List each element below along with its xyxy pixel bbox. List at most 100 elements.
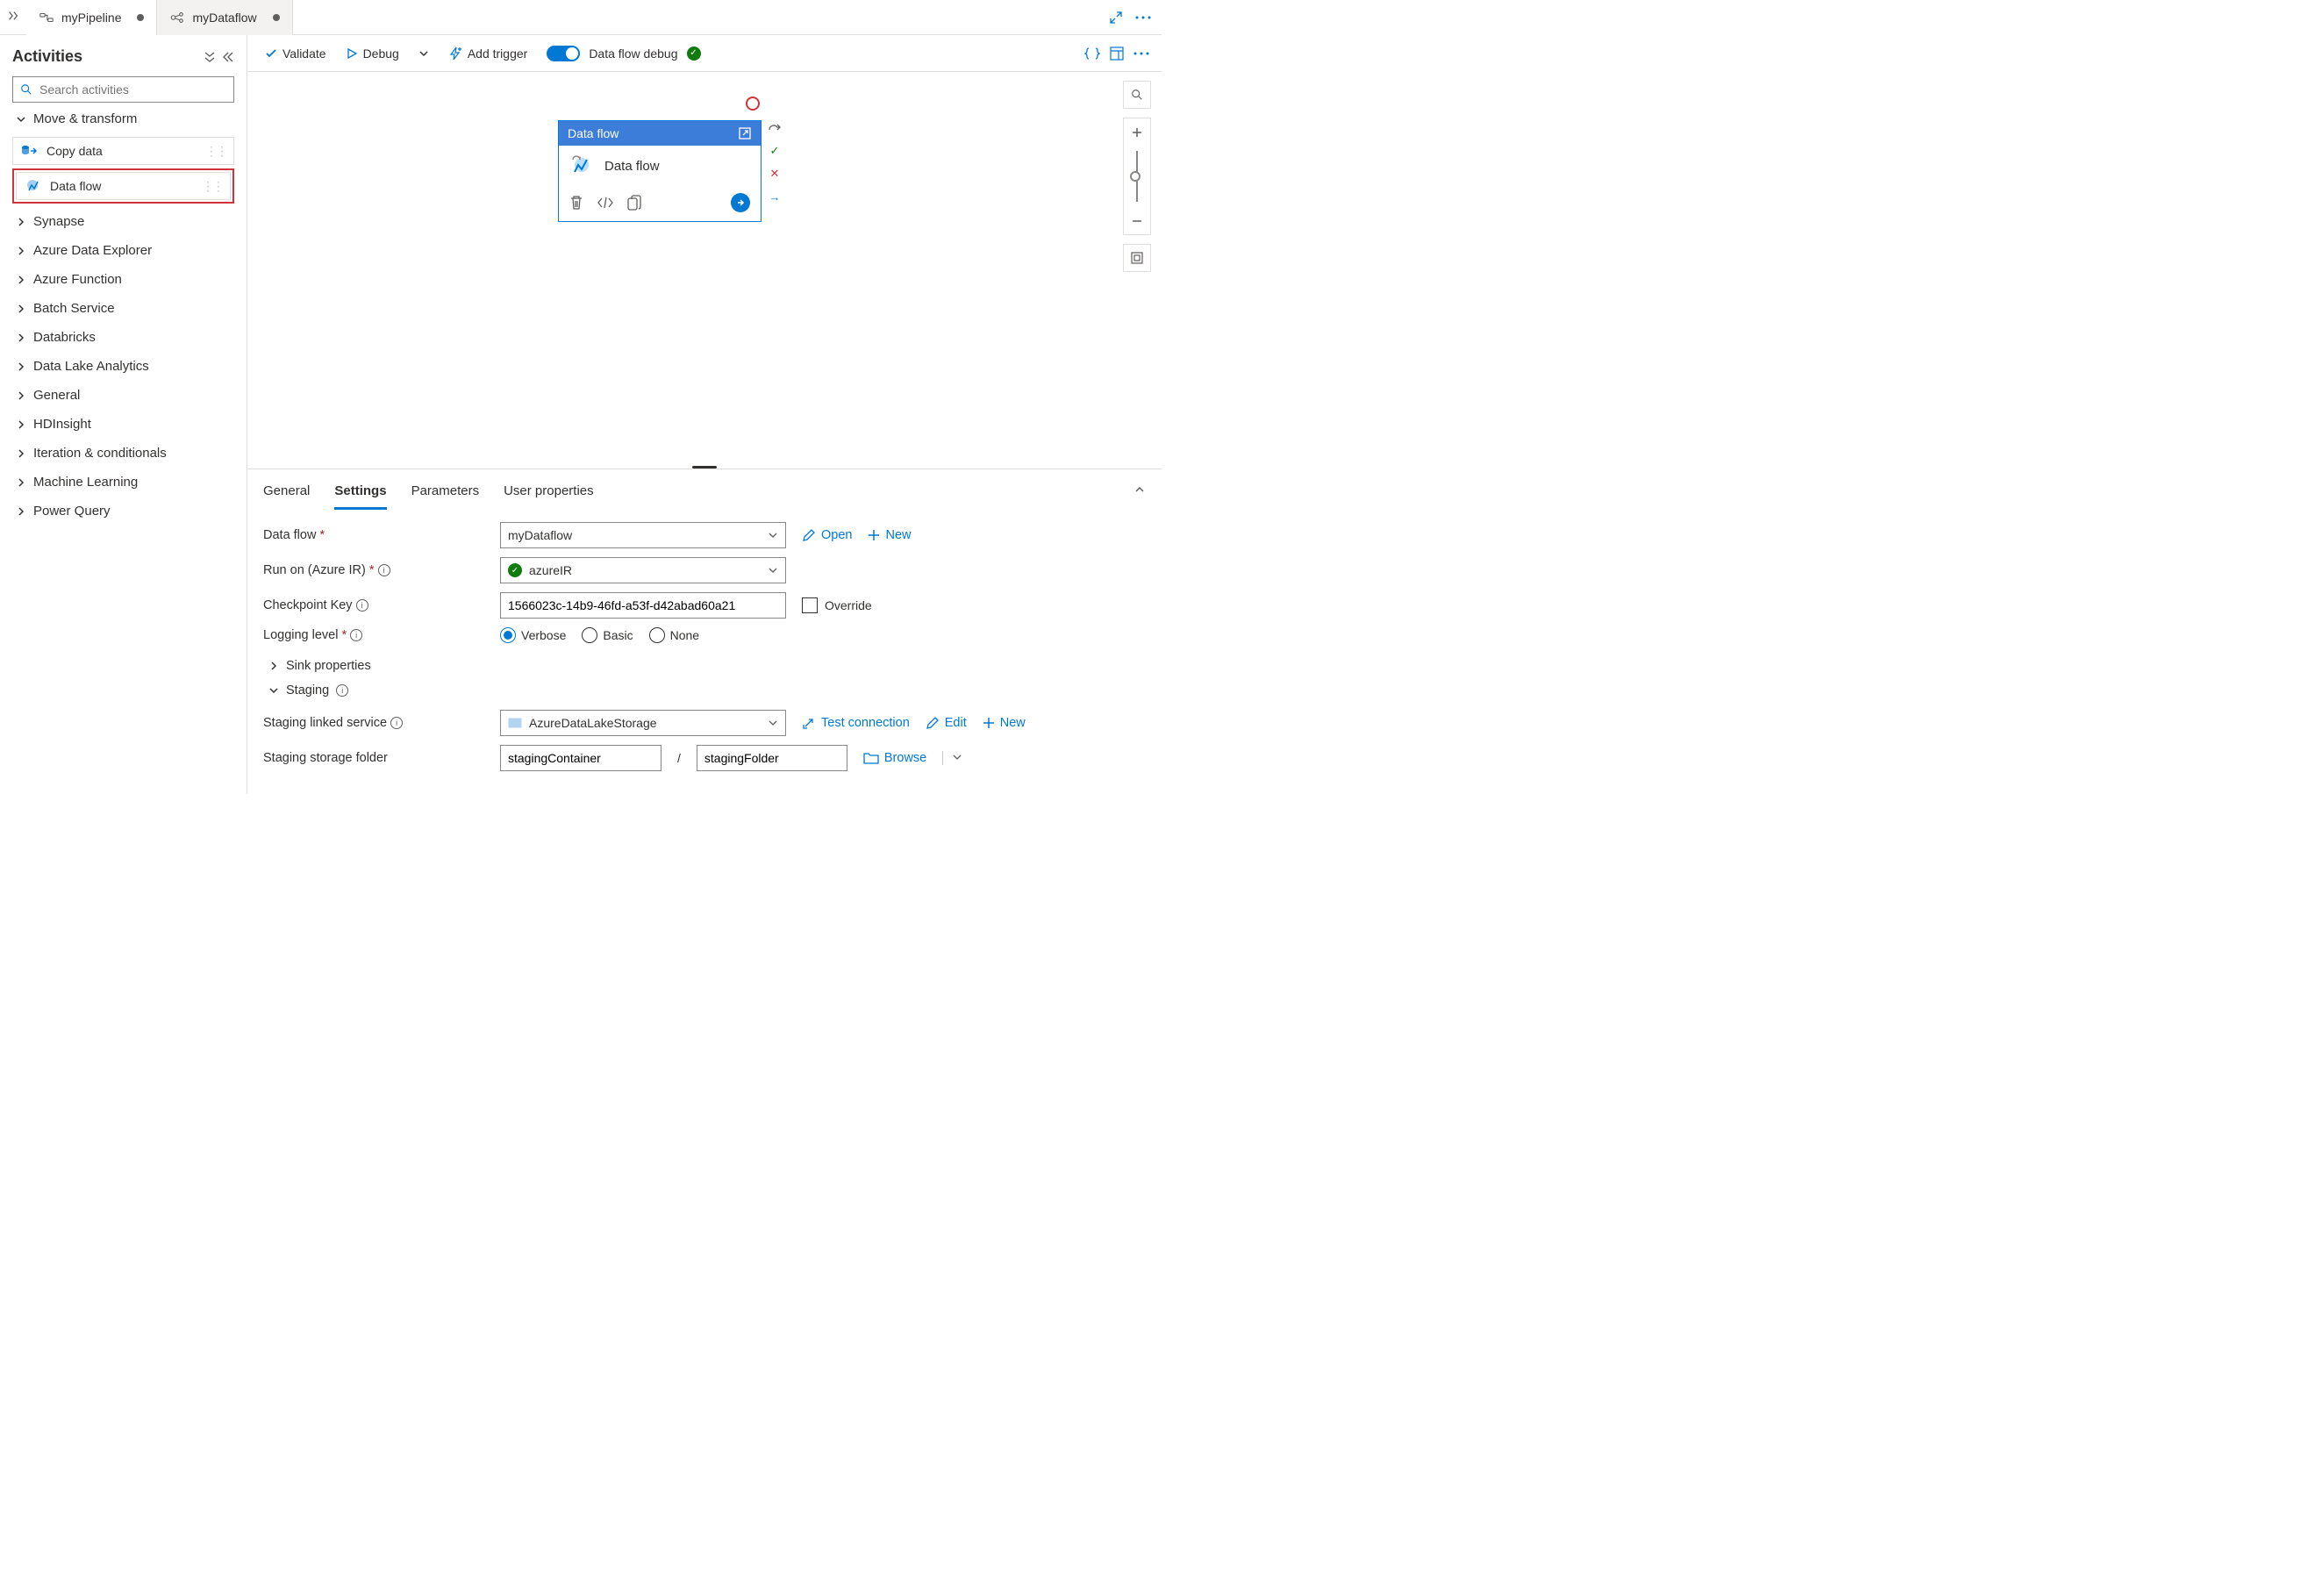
radio-none[interactable]: None	[649, 627, 699, 643]
pipeline-icon	[39, 10, 54, 25]
dataflow-debug-toggle[interactable]: Data flow debug ✓	[541, 42, 705, 65]
test-connection-button[interactable]: Test connection	[802, 716, 910, 730]
category-azure-data-explorer[interactable]: Azure Data Explorer	[12, 236, 234, 265]
toggle-switch[interactable]	[547, 46, 580, 61]
activity-copy-data[interactable]: Copy data ⋮⋮	[12, 137, 234, 165]
zoom-slider[interactable]	[1123, 146, 1151, 207]
json-code-icon[interactable]	[1084, 46, 1100, 61]
collapse-all-icon[interactable]	[203, 51, 217, 63]
category-batch-service[interactable]: Batch Service	[12, 294, 234, 323]
tab-user-properties[interactable]: User properties	[504, 476, 594, 510]
category-databricks[interactable]: Databricks	[12, 323, 234, 352]
browse-button[interactable]: Browse	[863, 751, 926, 765]
chevron-down-icon	[952, 752, 962, 762]
category-azure-function[interactable]: Azure Function	[12, 265, 234, 294]
chevron-right-icon	[16, 448, 26, 459]
success-icon: ✓	[767, 143, 783, 159]
search-activities[interactable]	[12, 76, 234, 103]
tab-general[interactable]: General	[263, 476, 310, 510]
open-external-icon[interactable]	[738, 126, 752, 140]
info-icon[interactable]: i	[378, 564, 390, 576]
browse-dropdown[interactable]	[942, 751, 962, 765]
row-checkpoint-key: Checkpoint Key i Override	[263, 592, 1146, 619]
chevron-right-icon	[16, 217, 26, 227]
run-arrow-icon[interactable]	[731, 193, 750, 212]
row-staging-storage-folder: Staging storage folder / Browse	[263, 745, 1146, 771]
search-icon	[20, 83, 32, 96]
tab-my-dataflow[interactable]: myDataflow	[157, 0, 292, 35]
plus-icon	[983, 717, 995, 729]
tab-my-pipeline[interactable]: myPipeline	[26, 0, 157, 35]
clone-icon[interactable]	[627, 195, 641, 211]
zoom-in-icon[interactable]	[1123, 118, 1151, 146]
more-icon[interactable]	[1135, 11, 1151, 24]
delete-icon[interactable]	[569, 195, 583, 211]
open-button[interactable]: Open	[802, 528, 852, 542]
info-icon[interactable]: i	[390, 717, 403, 729]
radio-verbose[interactable]: Verbose	[500, 627, 566, 643]
tab-parameters[interactable]: Parameters	[411, 476, 480, 510]
debug-dropdown[interactable]	[413, 45, 434, 62]
staging-folder-input[interactable]	[697, 745, 847, 771]
zoom-out-icon[interactable]	[1123, 207, 1151, 235]
redo-icon[interactable]	[767, 120, 783, 136]
dataflow-node[interactable]: Data flow Data flow	[558, 120, 762, 222]
row-data-flow: Data flow * myDataflow Open New	[263, 522, 1146, 548]
expand-diagonal-icon[interactable]	[1109, 11, 1123, 25]
dirty-indicator	[137, 14, 144, 21]
code-icon[interactable]	[597, 197, 613, 209]
folder-icon	[863, 752, 879, 764]
plus-icon	[868, 529, 880, 541]
annotation-circle	[746, 97, 760, 111]
chevron-down-icon	[268, 685, 279, 696]
info-icon[interactable]: i	[356, 599, 368, 612]
tab-settings[interactable]: Settings	[334, 476, 386, 510]
chevron-down-icon	[768, 718, 778, 728]
checkpoint-input[interactable]	[500, 592, 786, 619]
add-trigger-button[interactable]: Add trigger	[443, 43, 533, 64]
canvas-search-icon[interactable]	[1123, 81, 1151, 109]
category-move-transform[interactable]: Move & transform	[12, 103, 234, 133]
staging-linked-select[interactable]: AzureDataLakeStorage	[500, 710, 786, 736]
category-data-lake-analytics[interactable]: Data Lake Analytics	[12, 352, 234, 381]
fit-screen-icon[interactable]	[1123, 244, 1151, 272]
search-input[interactable]	[39, 82, 226, 97]
collapse-sidebar-icon[interactable]	[222, 51, 234, 63]
debug-button[interactable]: Debug	[340, 43, 404, 64]
section-sink-properties[interactable]: Sink properties	[263, 652, 1146, 676]
connection-icon	[802, 716, 816, 730]
edit-button[interactable]: Edit	[926, 716, 967, 730]
more-icon[interactable]	[1133, 52, 1149, 55]
new-linked-service-button[interactable]: New	[983, 716, 1026, 730]
staging-container-input[interactable]	[500, 745, 661, 771]
pipeline-canvas[interactable]: Data flow Data flow ✓	[247, 72, 1162, 465]
section-staging[interactable]: Staging i	[263, 676, 1146, 701]
chevron-right-icon	[268, 661, 279, 671]
new-button[interactable]: New	[868, 528, 911, 542]
override-checkbox[interactable]: Override	[802, 597, 872, 613]
status-ok-icon: ✓	[687, 46, 701, 61]
chevron-right-icon	[16, 361, 26, 372]
validate-button[interactable]: Validate	[260, 43, 332, 64]
run-on-select[interactable]: ✓azureIR	[500, 557, 786, 583]
activity-data-flow-highlighted[interactable]: Data flow ⋮⋮	[12, 168, 234, 204]
expand-left-icon[interactable]	[0, 10, 26, 25]
category-synapse[interactable]: Synapse	[12, 207, 234, 236]
radio-basic[interactable]: Basic	[582, 627, 633, 643]
collapse-panel-icon[interactable]	[1133, 483, 1146, 496]
category-iteration-conditionals[interactable]: Iteration & conditionals	[12, 439, 234, 468]
info-icon[interactable]: i	[350, 629, 362, 641]
canvas-tools	[1123, 81, 1151, 272]
category-power-query[interactable]: Power Query	[12, 497, 234, 526]
properties-panel-icon[interactable]	[1109, 46, 1125, 61]
node-status-icons: ✓ ✕ →	[767, 120, 783, 204]
checkbox-icon[interactable]	[802, 597, 818, 613]
category-machine-learning[interactable]: Machine Learning	[12, 468, 234, 497]
content-area: Validate Debug Add trigger Data flow deb…	[247, 35, 1162, 794]
category-hdinsight[interactable]: HDInsight	[12, 410, 234, 439]
info-icon[interactable]: i	[336, 684, 348, 697]
data-flow-select[interactable]: myDataflow	[500, 522, 786, 548]
category-general[interactable]: General	[12, 381, 234, 410]
chevron-down-icon	[768, 565, 778, 576]
grip-icon: ⋮⋮	[202, 179, 223, 194]
